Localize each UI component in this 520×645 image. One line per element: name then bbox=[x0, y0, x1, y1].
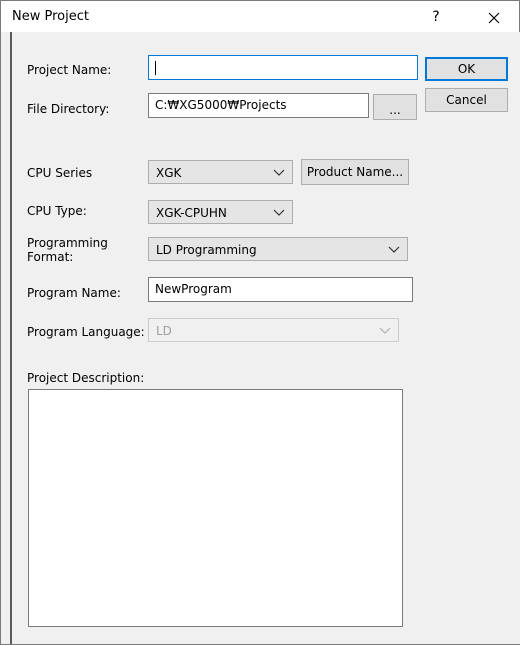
program-name-input[interactable]: NewProgram bbox=[148, 277, 413, 302]
new-project-dialog: New Project ? Project Name: OK Cancel Fi… bbox=[0, 0, 520, 645]
chevron-down-icon bbox=[273, 169, 285, 176]
close-icon bbox=[488, 12, 500, 23]
program-language-select: LD bbox=[148, 318, 399, 342]
programming-format-label-line1: Programming bbox=[27, 236, 108, 250]
project-name-label: Project Name: bbox=[27, 63, 112, 77]
programming-format-select[interactable]: LD Programming bbox=[148, 237, 408, 261]
program-name-label: Program Name: bbox=[27, 286, 121, 300]
programming-format-label-line2: Format: bbox=[27, 250, 74, 264]
chevron-down-icon bbox=[273, 209, 285, 216]
cpu-series-select[interactable]: XGK bbox=[148, 160, 293, 184]
cpu-type-value: XGK-CPUHN bbox=[156, 206, 227, 220]
product-name-button[interactable]: Product Name... bbox=[301, 159, 409, 185]
cpu-type-select[interactable]: XGK-CPUHN bbox=[148, 200, 293, 224]
cpu-series-value: XGK bbox=[156, 166, 182, 180]
file-directory-label: File Directory: bbox=[27, 102, 110, 116]
project-description-textarea[interactable] bbox=[28, 389, 403, 627]
browse-button[interactable]: ... bbox=[373, 94, 417, 120]
chevron-down-icon bbox=[379, 327, 391, 334]
cpu-type-label: CPU Type: bbox=[27, 204, 87, 218]
text-caret bbox=[155, 60, 156, 75]
cpu-series-label: CPU Series bbox=[27, 166, 93, 180]
ok-button[interactable]: OK bbox=[425, 57, 508, 81]
programming-format-value: LD Programming bbox=[156, 243, 257, 257]
project-description-label: Project Description: bbox=[27, 371, 145, 385]
window-title: New Project bbox=[12, 9, 89, 24]
title-bar[interactable]: New Project ? bbox=[1, 1, 519, 32]
program-language-value: LD bbox=[156, 324, 172, 338]
project-name-input[interactable] bbox=[148, 55, 418, 80]
cancel-button[interactable]: Cancel bbox=[425, 88, 508, 112]
program-language-label: Program Language: bbox=[27, 325, 145, 339]
file-directory-input[interactable]: C:₩XG5000₩Projects bbox=[148, 93, 369, 118]
chevron-down-icon bbox=[388, 246, 400, 253]
help-icon[interactable]: ? bbox=[426, 7, 446, 27]
close-button[interactable] bbox=[477, 4, 511, 30]
